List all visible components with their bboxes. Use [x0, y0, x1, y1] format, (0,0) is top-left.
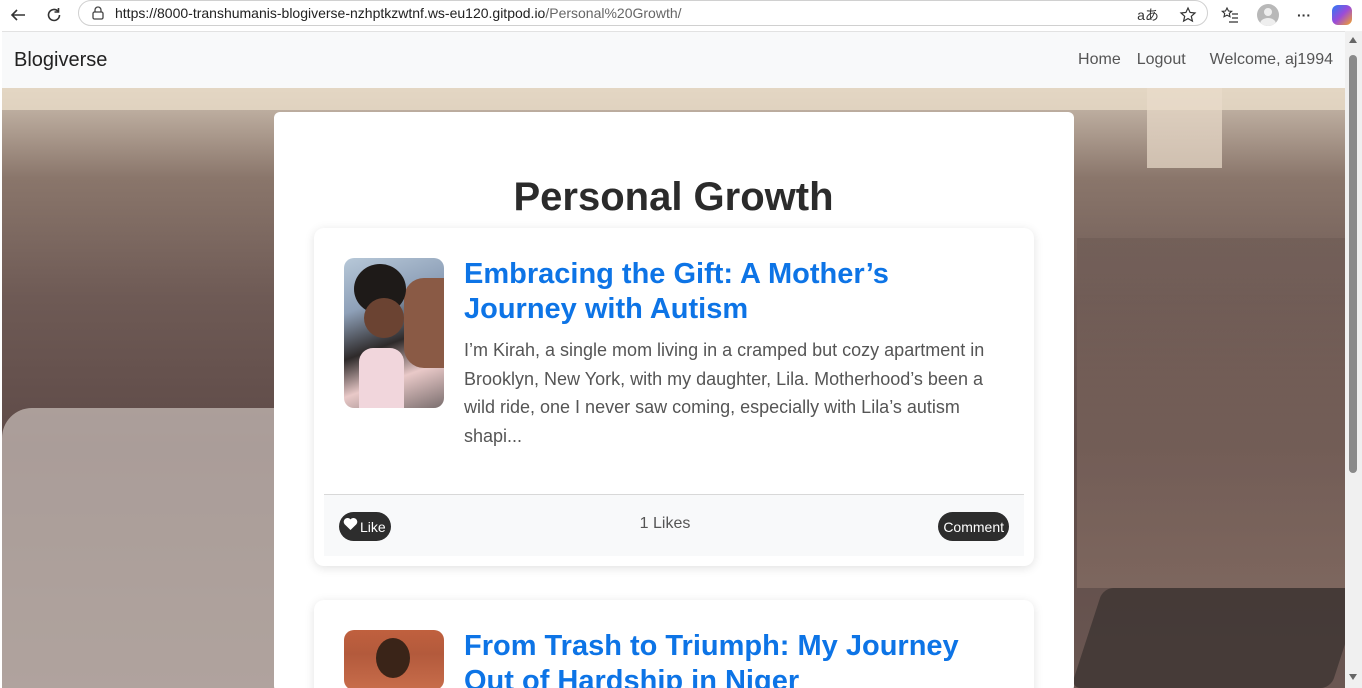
post-thumbnail[interactable]	[344, 630, 444, 688]
post-title-link[interactable]: Embracing the Gift: A Mother’s Journey w…	[464, 257, 984, 327]
page-scrollbar[interactable]	[1345, 31, 1362, 688]
post-excerpt: I’m Kirah, a single mom living in a cram…	[464, 340, 985, 446]
site-brand[interactable]: Blogiverse	[14, 49, 107, 72]
more-icon[interactable]: ···	[1286, 0, 1322, 30]
scroll-up-icon[interactable]	[1349, 37, 1357, 43]
post-footer: Like 1 Likes Comment	[324, 494, 1024, 556]
comment-button[interactable]: Comment	[938, 512, 1009, 541]
site-navbar: Blogiverse Home Logout Welcome, aj1994	[2, 31, 1345, 88]
welcome-text: Welcome, aj1994	[1209, 51, 1333, 68]
nav-logout-link[interactable]: Logout	[1137, 51, 1186, 69]
post-card: Embracing the Gift: A Mother’s Journey w…	[314, 228, 1034, 566]
likes-count: 1 Likes	[639, 515, 691, 532]
avatar	[1257, 4, 1279, 26]
post-thumbnail[interactable]	[344, 258, 444, 408]
url-host: https://8000-transhumanis-blogiverse-nzh…	[115, 5, 546, 21]
post-card: From Trash to Triumph: My Journey Out of…	[314, 600, 1034, 688]
star-icon[interactable]	[1170, 0, 1206, 30]
nav-home-link[interactable]: Home	[1078, 51, 1121, 69]
browser-toolbar: https://8000-transhumanis-blogiverse-nzh…	[0, 0, 1362, 30]
lock-icon[interactable]	[91, 6, 105, 20]
scrollbar-thumb[interactable]	[1349, 55, 1357, 473]
scroll-down-icon[interactable]	[1349, 674, 1357, 680]
copilot-icon[interactable]	[1324, 0, 1360, 30]
reload-icon[interactable]	[36, 0, 72, 30]
nav-links: Home Logout Welcome, aj1994	[1062, 51, 1333, 69]
back-icon[interactable]	[0, 0, 36, 30]
url-text: https://8000-transhumanis-blogiverse-nzh…	[115, 5, 682, 21]
favorites-icon[interactable]	[1212, 0, 1248, 30]
copilot-logo	[1332, 5, 1352, 25]
url-path: /Personal%20Growth/	[545, 5, 682, 21]
translate-icon[interactable]: aあ	[1130, 0, 1166, 30]
address-bar[interactable]: https://8000-transhumanis-blogiverse-nzh…	[78, 0, 1208, 26]
translate-glyph: aあ	[1137, 7, 1159, 23]
post-title-link[interactable]: From Trash to Triumph: My Journey Out of…	[464, 629, 1004, 688]
page-title: Personal Growth	[513, 175, 834, 219]
more-glyph: ···	[1297, 7, 1311, 23]
profile-icon[interactable]	[1250, 0, 1286, 30]
